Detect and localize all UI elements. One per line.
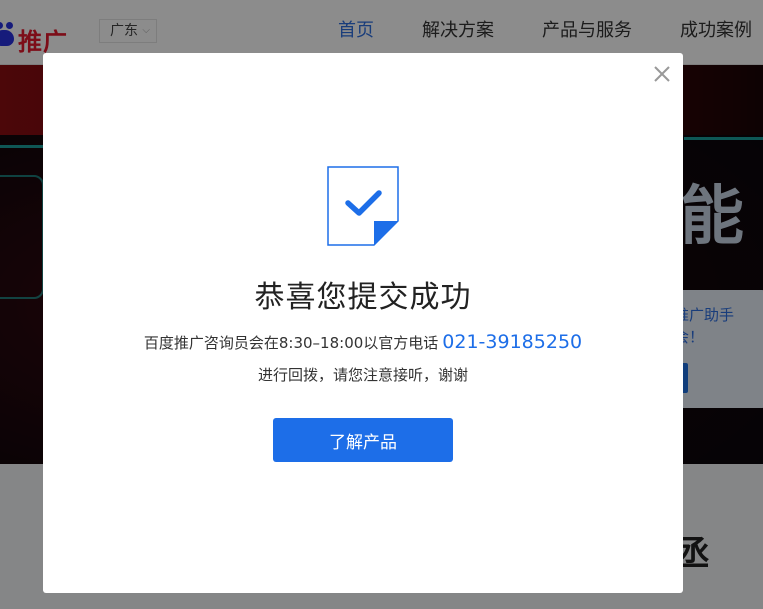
message-prefix: 百度推广咨询员会在8:30–18:00以官方电话 — [143, 334, 439, 352]
phone-number: 021-39185250 — [442, 331, 583, 353]
learn-product-button[interactable]: 了解产品 — [273, 418, 453, 462]
close-icon[interactable] — [651, 63, 673, 85]
document-check-icon — [327, 166, 399, 246]
dialog-message-line2: 进行回拨，请您注意接听，谢谢 — [257, 366, 468, 384]
success-dialog: 恭喜您提交成功 百度推广咨询员会在8:30–18:00以官方电话 021-3918… — [43, 53, 683, 593]
dialog-title: 恭喜您提交成功 — [254, 280, 472, 315]
dialog-message-line1: 百度推广咨询员会在8:30–18:00以官方电话 021-39185250 — [43, 331, 683, 353]
